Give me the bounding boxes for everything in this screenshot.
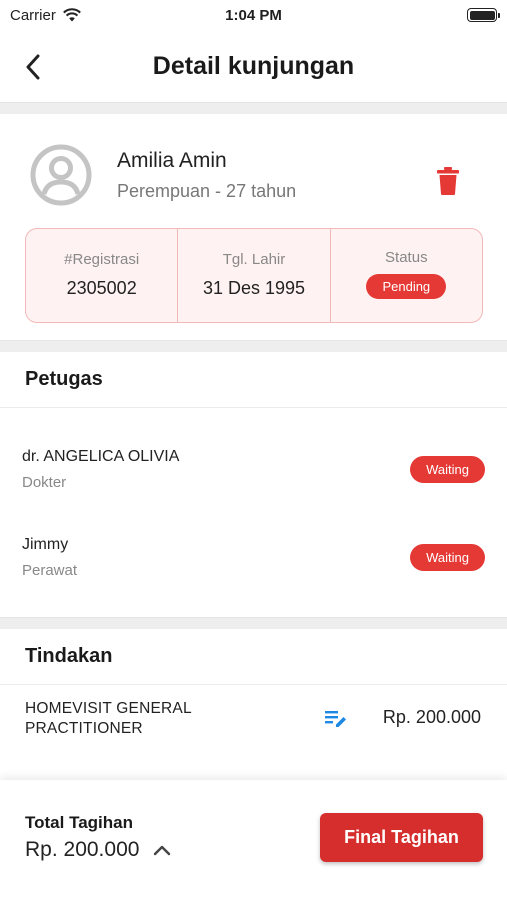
action-price: Rp. 200.000: [382, 707, 481, 727]
patient-card: Amilia Amin Perempuan - 27 tahun #Regist…: [0, 114, 507, 340]
battery-icon: [467, 8, 500, 22]
status-bar: Carrier 1:04 PM: [0, 0, 507, 30]
action-name: HOMEVISIT GENERAL PRACTITIONER: [25, 700, 192, 737]
back-button[interactable]: [18, 52, 48, 82]
patient-subtitle: Perempuan - 27 tahun: [117, 180, 297, 201]
petugas-section-title: Petugas: [0, 352, 507, 408]
registration-label: #Registrasi: [64, 251, 140, 268]
section-divider: [0, 102, 507, 114]
birthdate-cell: Tgl. Lahir 31 Des 1995: [178, 229, 331, 322]
staff-row[interactable]: dr. ANGELICA OLIVIA Dokter Waiting: [22, 408, 485, 514]
edit-button[interactable]: [324, 709, 348, 729]
staff-row[interactable]: Jimmy Perawat Waiting: [22, 514, 485, 601]
registration-value: 2305002: [66, 278, 137, 298]
battery-fill: [469, 10, 495, 20]
total-value-row: Rp. 200.000: [25, 838, 171, 862]
staff-role: Dokter: [22, 473, 67, 491]
staff-info: Jimmy Perawat: [22, 536, 77, 579]
patient-info: Amilia Amin Perempuan - 27 tahun: [117, 149, 296, 202]
patient-header: Amilia Amin Perempuan - 27 tahun: [24, 144, 483, 206]
staff-name: dr. ANGELICA OLIVIA: [22, 447, 180, 465]
chevron-left-icon: [26, 54, 40, 80]
edit-note-icon: [325, 711, 346, 727]
final-tagihan-button[interactable]: Final Tagihan: [320, 813, 483, 862]
status-cell: Status Pending: [331, 229, 482, 322]
patient-name: Amilia Amin: [117, 148, 227, 172]
status-badge: Pending: [366, 274, 447, 299]
bottom-bar: Total Tagihan Rp. 200.000 Final Tagihan: [0, 780, 507, 900]
total-label: Total Tagihan: [25, 813, 133, 832]
chevron-up-icon[interactable]: [153, 844, 171, 856]
birthdate-label: Tgl. Lahir: [222, 251, 286, 268]
staff-status-badge: Waiting: [410, 455, 485, 483]
section-divider: [0, 340, 507, 352]
registration-cell: #Registrasi 2305002: [26, 229, 179, 322]
trash-icon: [437, 167, 459, 195]
page-title: Detail kunjungan: [152, 51, 355, 80]
patient-info-box: #Registrasi 2305002 Tgl. Lahir 31 Des 19…: [25, 228, 483, 323]
birthdate-value: 31 Des 1995: [202, 278, 306, 298]
status-label: Status: [385, 249, 428, 266]
action-row: HOMEVISIT GENERAL PRACTITIONER Rp. 200.0…: [0, 685, 507, 777]
total-value: Rp. 200.000: [25, 838, 140, 861]
staff-status-badge: Waiting: [410, 544, 485, 571]
avatar-icon: [30, 144, 92, 206]
nav-bar: Detail kunjungan: [0, 30, 507, 102]
staff-role: Perawat: [22, 562, 78, 579]
tindakan-section-title: Tindakan: [0, 629, 507, 685]
staff-name: Jimmy: [22, 536, 69, 553]
delete-button[interactable]: [435, 166, 461, 196]
section-divider: [0, 617, 507, 629]
clock: 1:04 PM: [225, 6, 282, 24]
staff-list: dr. ANGELICA OLIVIA Dokter Waiting Jimmy…: [0, 408, 507, 601]
staff-info: dr. ANGELICA OLIVIA Dokter: [22, 448, 179, 491]
